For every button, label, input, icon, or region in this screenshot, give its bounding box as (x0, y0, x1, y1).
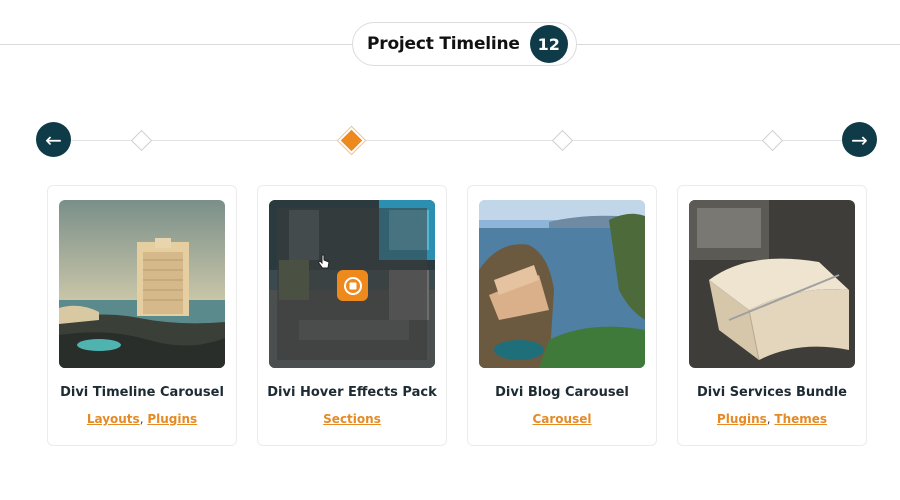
card-tags: Carousel (468, 412, 656, 426)
timeline-marker[interactable] (761, 129, 784, 152)
next-button[interactable]: → (842, 122, 877, 157)
tag-link[interactable]: Plugins (147, 412, 197, 426)
page-title: Project Timeline (367, 34, 520, 54)
timeline-marker[interactable] (551, 129, 574, 152)
card-tags: Plugins, Themes (678, 412, 866, 426)
card-title[interactable]: Divi Blog Carousel (468, 385, 656, 400)
project-card[interactable]: Divi Hover Effects Pack Sections (257, 185, 447, 446)
cliff-village-photo[interactable] (479, 200, 645, 368)
hand-cursor-icon (317, 254, 331, 274)
card-title[interactable]: Divi Timeline Carousel (48, 385, 236, 400)
project-card[interactable]: Divi Timeline Carousel Layouts, Plugins (47, 185, 237, 446)
count-badge: 12 (529, 25, 568, 63)
timeline-track (70, 140, 860, 141)
expand-icon[interactable] (337, 270, 368, 301)
hotel-coast-photo[interactable] (59, 200, 225, 368)
arrow-right-icon: → (851, 127, 868, 152)
project-card[interactable]: Divi Services Bundle Plugins, Themes (677, 185, 867, 446)
card-title[interactable]: Divi Hover Effects Pack (258, 385, 446, 400)
timeline-marker[interactable] (130, 129, 153, 152)
tag-link[interactable]: Layouts (87, 412, 140, 426)
tag-link[interactable]: Sections (323, 412, 381, 426)
title-pill: Project Timeline 12 (352, 22, 577, 66)
prev-button[interactable]: ← (36, 122, 71, 157)
card-title[interactable]: Divi Services Bundle (678, 385, 866, 400)
interior-hover-photo[interactable] (269, 200, 435, 368)
card-tags: Layouts, Plugins (48, 412, 236, 426)
card-tags: Sections (258, 412, 446, 426)
tag-link[interactable]: Carousel (532, 412, 591, 426)
timeline-marker-active[interactable] (340, 129, 363, 152)
arrow-left-icon: ← (45, 127, 62, 152)
notebook-desk-photo[interactable] (689, 200, 855, 368)
tag-link[interactable]: Themes (774, 412, 827, 426)
tag-link[interactable]: Plugins (717, 412, 767, 426)
project-card[interactable]: Divi Blog Carousel Carousel (467, 185, 657, 446)
